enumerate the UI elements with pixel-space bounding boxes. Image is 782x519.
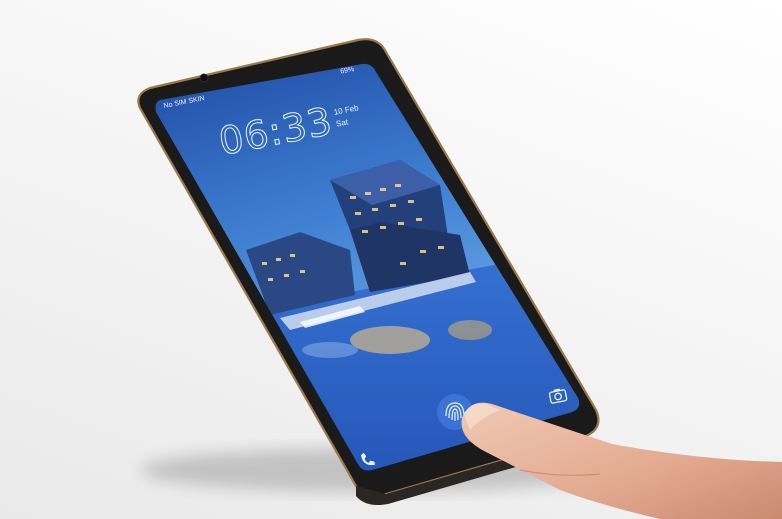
front-camera <box>199 73 209 83</box>
phone-photo-illustration: No SIM SKIN 69% 06:33 10 Feb Sat <box>137 38 782 519</box>
product-photo: No SIM SKIN 69% 06:33 10 Feb Sat <box>0 0 782 519</box>
finger <box>461 402 782 519</box>
